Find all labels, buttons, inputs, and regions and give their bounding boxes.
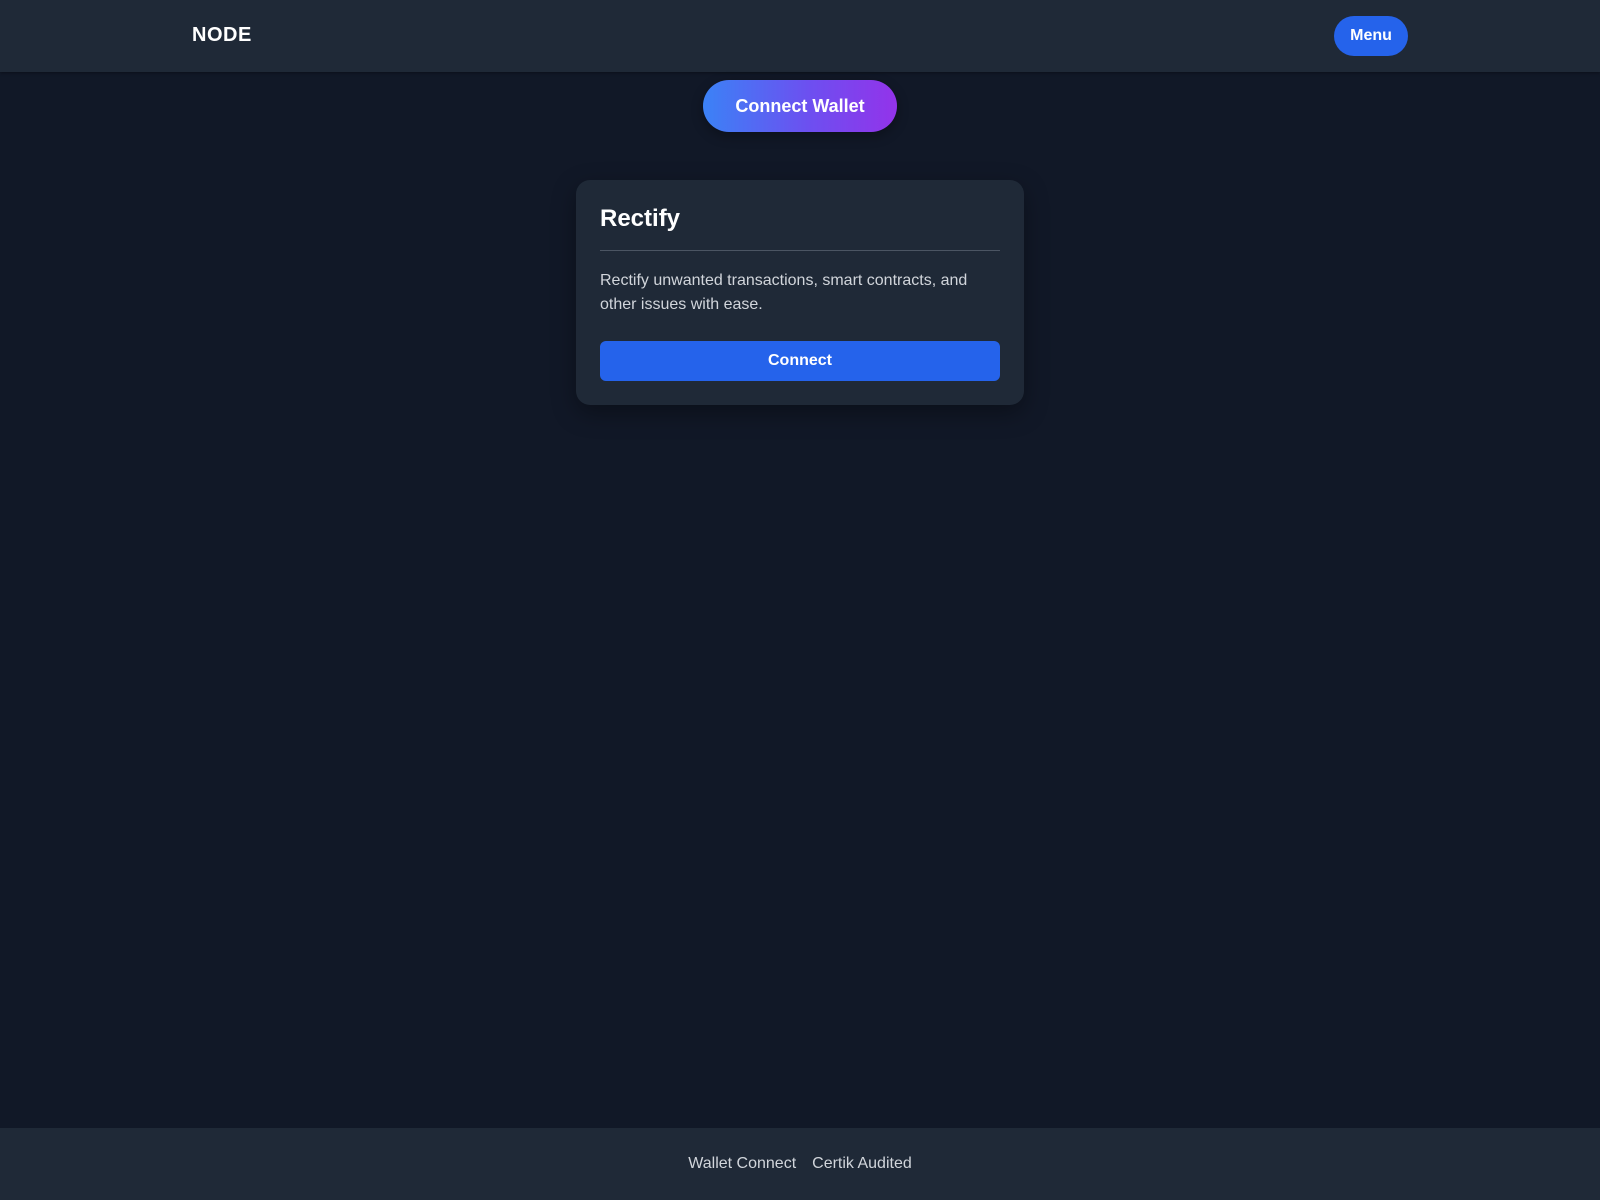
card-title: Rectify bbox=[600, 204, 1000, 251]
footer-link-certik-audited[interactable]: Certik Audited bbox=[812, 1155, 912, 1173]
connect-wallet-button[interactable]: Connect Wallet bbox=[703, 80, 897, 132]
rectify-card: Rectify Rectify unwanted transactions, s… bbox=[576, 180, 1024, 405]
menu-button[interactable]: Menu bbox=[1334, 16, 1408, 56]
card-description: Rectify unwanted transactions, smart con… bbox=[600, 272, 968, 313]
footer-link-wallet-connect[interactable]: Wallet Connect bbox=[688, 1155, 796, 1173]
brand-logo-text[interactable]: NODE bbox=[192, 24, 252, 47]
card-connect-button[interactable]: Connect bbox=[600, 341, 1000, 381]
footer: Wallet Connect Certik Audited bbox=[0, 1128, 1600, 1200]
top-header: NODE Menu bbox=[0, 0, 1600, 72]
